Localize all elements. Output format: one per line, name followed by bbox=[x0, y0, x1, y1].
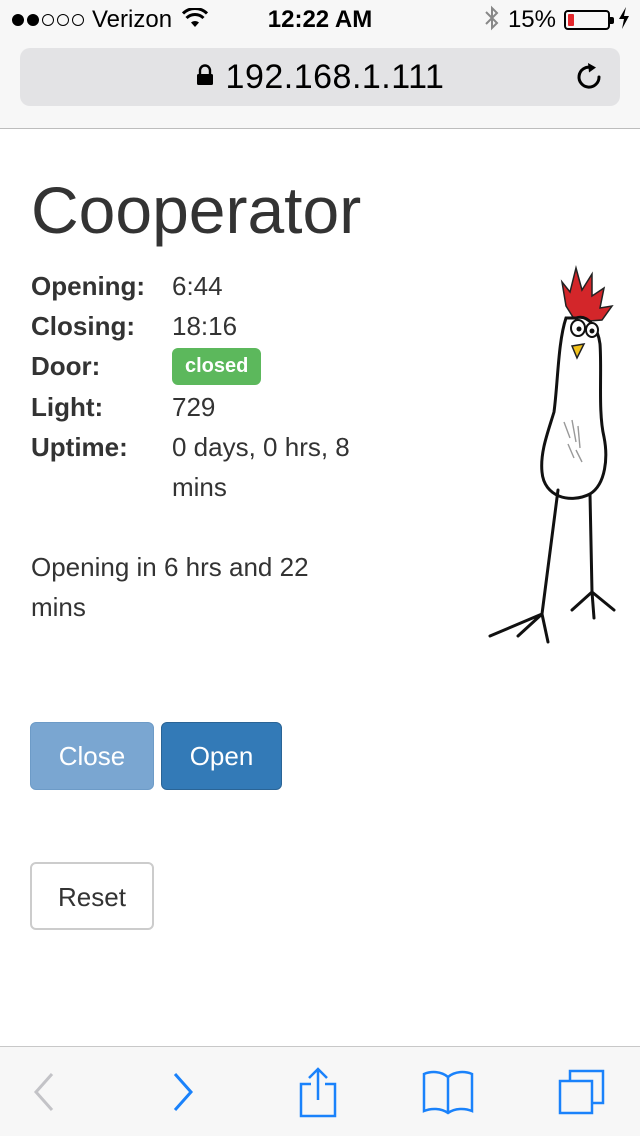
opening-label: Opening: bbox=[31, 271, 146, 301]
back-button[interactable] bbox=[16, 1069, 72, 1119]
countdown-text: Opening in 6 hrs and 22 mins bbox=[31, 552, 309, 622]
battery-level bbox=[568, 14, 574, 26]
tabs-button[interactable] bbox=[554, 1069, 610, 1119]
info-row-opening: Opening: 6:44 bbox=[31, 266, 391, 306]
info-row-light: Light: 729 bbox=[31, 387, 391, 427]
reset-button[interactable]: Reset bbox=[30, 862, 154, 930]
status-right: 15% bbox=[484, 5, 630, 36]
browser-toolbar bbox=[0, 1046, 640, 1136]
bookmarks-icon bbox=[421, 1069, 475, 1120]
uptime-label: Uptime: bbox=[31, 431, 128, 462]
address-bar[interactable]: 192.168.1.111 bbox=[20, 48, 620, 106]
closing-value: 18:16 bbox=[172, 311, 238, 341]
door-label: Door: bbox=[31, 351, 101, 381]
light-label: Light: bbox=[31, 391, 104, 422]
back-icon bbox=[32, 1072, 56, 1117]
battery-icon bbox=[564, 10, 614, 30]
opening-value: 6:44 bbox=[172, 271, 223, 301]
bookmarks-button[interactable] bbox=[420, 1069, 476, 1119]
open-door-button[interactable]: Open bbox=[161, 722, 282, 790]
info-row-uptime: Uptime: 0 days, 0 hrs, 8 mins bbox=[31, 427, 391, 507]
chicken-drawing-image bbox=[488, 265, 616, 644]
closing-label: Closing: bbox=[31, 311, 135, 341]
reload-icon[interactable] bbox=[574, 62, 604, 92]
charging-icon bbox=[618, 6, 630, 34]
uptime-value: 0 days, 0 hrs, 8 mins bbox=[172, 431, 350, 502]
share-icon bbox=[298, 1066, 338, 1123]
door-value: closed bbox=[172, 346, 391, 387]
address-content: 192.168.1.111 bbox=[20, 48, 620, 106]
battery-tip bbox=[610, 17, 614, 24]
close-door-button[interactable]: Close bbox=[30, 722, 154, 790]
forward-icon bbox=[171, 1072, 195, 1117]
bluetooth-icon bbox=[484, 5, 500, 36]
status-info-list: Opening: 6:44 Closing: 18:16 Door: close… bbox=[31, 266, 391, 507]
share-button[interactable] bbox=[290, 1066, 346, 1119]
forward-button[interactable] bbox=[155, 1069, 211, 1119]
light-value: 729 bbox=[172, 391, 216, 422]
info-row-door: Door: closed bbox=[31, 346, 391, 387]
tabs-icon bbox=[557, 1067, 607, 1122]
url-text: 192.168.1.111 bbox=[225, 57, 445, 96]
page-title: Cooperator bbox=[31, 173, 362, 247]
info-row-closing: Closing: 18:16 bbox=[31, 306, 391, 346]
battery-percent: 15% bbox=[507, 6, 556, 33]
browser-nav-area: 192.168.1.111 bbox=[0, 40, 640, 129]
lock-icon bbox=[196, 63, 214, 91]
status-bar: Verizon 12:22 AM 15% bbox=[0, 0, 640, 40]
door-status-badge: closed bbox=[172, 347, 262, 385]
